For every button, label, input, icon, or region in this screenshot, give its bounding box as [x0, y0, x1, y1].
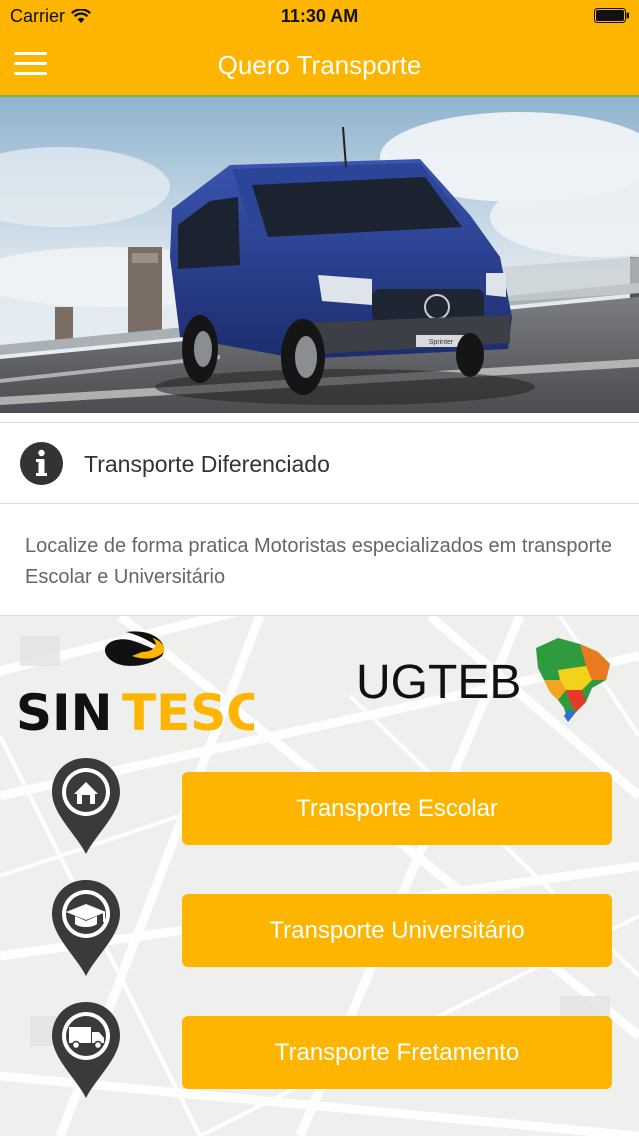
- info-icon: [20, 442, 63, 485]
- sintesc-text-dark: SIN: [16, 684, 112, 736]
- battery-icon: [594, 8, 629, 23]
- app-header: Carrier 11:30 AM Quero Transporte: [0, 0, 639, 97]
- hero-plate-text: Sprinter: [429, 339, 454, 346]
- ugteb-logo: UGTEB: [356, 638, 610, 722]
- status-time: 11:30 AM: [280, 6, 359, 26]
- page-title: Quero Transporte: [217, 50, 422, 80]
- transporte-fretamento-button[interactable]: Transporte Fretamento: [182, 1016, 612, 1089]
- description-text: Localize de forma pratica Motoristas esp…: [25, 535, 612, 588]
- truck-pin-icon: [52, 1002, 120, 1098]
- transporte-universitario-button[interactable]: Transporte Universitário: [182, 894, 612, 967]
- nav-bar: Quero Transporte: [0, 33, 639, 95]
- info-row: Transporte Diferenciado: [0, 422, 639, 504]
- map-section: SIN TESC UGTEB Transporte Escolar Transp…: [0, 616, 639, 1136]
- app-screen: Carrier 11:30 AM Quero Transporte Sprint…: [0, 0, 639, 1136]
- hero-image: Sprinter: [0, 97, 639, 413]
- graduation-pin-icon: [52, 880, 120, 976]
- ugteb-text: UGTEB: [356, 656, 521, 709]
- transporte-escolar-button[interactable]: Transporte Escolar: [182, 772, 612, 845]
- sintesc-text-accent: TESC: [122, 684, 254, 736]
- brazil-map-icon: [536, 638, 610, 722]
- info-title: Transporte Diferenciado: [84, 451, 330, 477]
- description-section: Localize de forma pratica Motoristas esp…: [0, 504, 639, 616]
- school-pin-icon: [52, 758, 120, 854]
- status-bar: Carrier 11:30 AM: [0, 0, 639, 33]
- sintesc-logo: SIN TESC: [16, 631, 254, 736]
